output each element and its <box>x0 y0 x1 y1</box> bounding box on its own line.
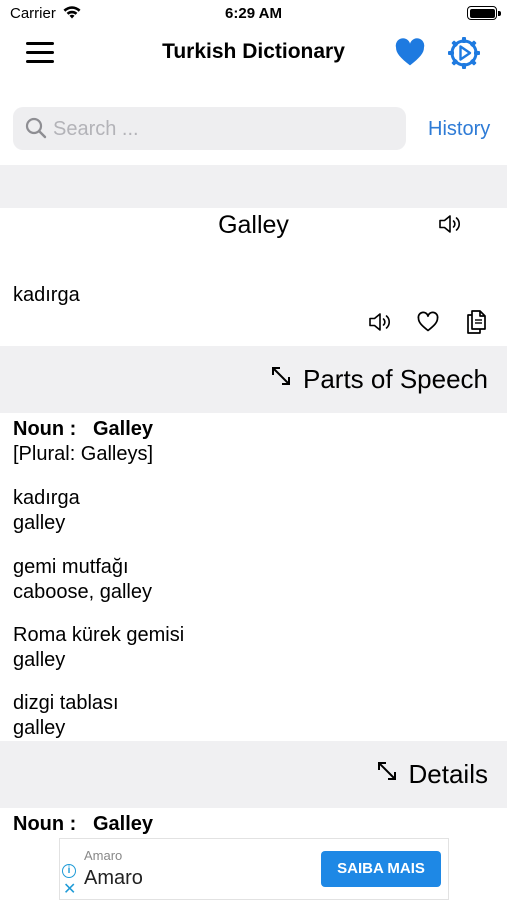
pos-label: Noun : <box>13 418 77 440</box>
pos-word: Galley <box>92 418 154 440</box>
details-header[interactable]: Details <box>375 759 488 790</box>
entry-translation: kadırga <box>13 284 80 306</box>
history-button[interactable]: History <box>428 118 490 141</box>
details-word: Galley <box>92 813 154 835</box>
battery-icon <box>467 6 501 20</box>
list-item: kadırga galley <box>13 486 80 536</box>
list-item: gemi mutfağı caboose, galley <box>13 555 152 605</box>
details-label: Noun : <box>13 813 77 835</box>
search-input[interactable]: Search ... <box>13 107 406 150</box>
list-item: dizgi tablası galley <box>13 691 119 741</box>
meaning-turkish: dizgi tablası <box>13 692 119 714</box>
status-bar: Carrier 6:29 AM <box>0 0 507 28</box>
search-icon <box>25 117 47 144</box>
list-item: Roma kürek gemisi galley <box>13 623 184 673</box>
ad-banner[interactable]: i ✕ Amaro Amaro SAIBA MAIS <box>59 838 449 900</box>
meaning-turkish: gemi mutfağı <box>13 556 129 578</box>
meaning-english: caboose, galley <box>13 581 152 603</box>
separator-band <box>0 165 507 208</box>
parts-of-speech-title: Parts of Speech <box>303 364 488 394</box>
ad-small-title: Amaro <box>84 848 123 863</box>
meaning-english: galley <box>13 649 66 671</box>
meaning-turkish: Roma kürek gemisi <box>13 624 185 646</box>
page-title: Turkish Dictionary <box>162 40 345 63</box>
translation-speaker-icon[interactable] <box>367 310 393 339</box>
pos-heading: Noun : Galley [Plural: Galleys] <box>13 417 153 467</box>
status-time: 6:29 AM <box>225 5 282 22</box>
details-title: Details <box>408 759 488 789</box>
expand-arrows-icon <box>269 364 293 395</box>
meaning-turkish: kadırga <box>13 487 80 509</box>
ad-title: Amaro <box>84 867 143 889</box>
ad-cta-button[interactable]: SAIBA MAIS <box>321 851 441 887</box>
meaning-english: galley <box>13 512 66 534</box>
nav-bar: Turkish Dictionary <box>0 28 507 78</box>
ad-close-icon[interactable]: ✕ <box>63 879 76 899</box>
entry-word: Galley <box>218 211 289 239</box>
favorite-heart-icon[interactable] <box>416 310 440 339</box>
favorites-heart-icon[interactable] <box>394 37 426 72</box>
speaker-icon[interactable] <box>437 212 463 241</box>
meaning-english: galley <box>13 717 66 739</box>
details-heading: Noun : Galley <box>13 812 153 837</box>
pos-plural: [Plural: Galleys] <box>13 443 154 465</box>
settings-gear-icon[interactable] <box>446 35 482 76</box>
expand-arrows-icon <box>375 759 399 790</box>
parts-of-speech-header[interactable]: Parts of Speech <box>269 364 488 395</box>
search-placeholder: Search ... <box>53 118 139 140</box>
copy-icon[interactable] <box>464 308 488 341</box>
ad-info-icon[interactable]: i <box>62 864 76 878</box>
